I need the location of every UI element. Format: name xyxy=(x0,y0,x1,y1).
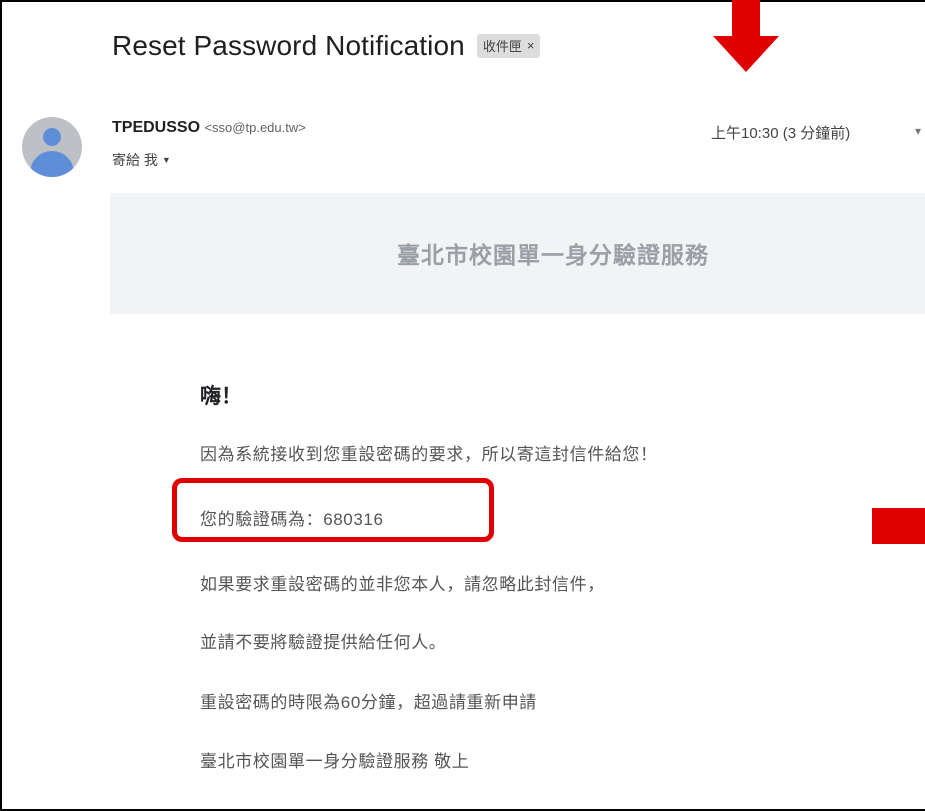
inbox-label-chip[interactable]: 收件匣 × xyxy=(476,34,541,58)
remove-label-icon[interactable]: × xyxy=(527,38,535,53)
more-icon[interactable]: ▾ xyxy=(915,124,921,138)
verification-code-highlight-box xyxy=(172,478,494,542)
recipient-details[interactable]: 寄給 我 ▼ xyxy=(112,150,171,170)
email-signature: 臺北市校園單一身分驗證服務 敬上 xyxy=(200,752,470,771)
sender-info: TPEDUSSO <sso@tp.edu.tw> xyxy=(112,119,306,137)
email-banner: 臺北市校園單一身分驗證服務 xyxy=(110,193,925,314)
caret-down-icon[interactable]: ▼ xyxy=(162,155,171,165)
subject-row: Reset Password Notification 收件匣 × xyxy=(112,30,541,62)
annotation-arrow-down xyxy=(713,0,779,72)
inbox-label-text: 收件匣 xyxy=(482,39,522,54)
body-line-request: 因為系統接收到您重設密碼的要求，所以寄這封信件給您！ xyxy=(200,445,658,464)
banner-title: 臺北市校園單一身分驗證服務 xyxy=(397,242,709,268)
avatar-head-shape xyxy=(43,128,61,146)
email-subject: Reset Password Notification xyxy=(112,30,465,61)
recipient-text: 寄給 我 xyxy=(112,152,158,168)
avatar[interactable] xyxy=(22,117,82,177)
email-timestamp: 上午10:30 (3 分鐘前) xyxy=(711,125,851,142)
annotation-marker-right xyxy=(872,508,925,544)
sender-email: <sso@tp.edu.tw> xyxy=(204,120,306,135)
body-line-ignore: 如果要求重設密碼的並非您本人，請忽略此封信件， xyxy=(200,575,605,594)
body-line-dont-share: 並請不要將驗證提供給任何人。 xyxy=(200,633,447,652)
greeting: 嗨！ xyxy=(200,385,242,408)
avatar-body-shape xyxy=(30,151,74,177)
body-line-time-limit: 重設密碼的時限為60分鐘，超過請重新申請 xyxy=(200,693,537,712)
sender-name[interactable]: TPEDUSSO xyxy=(112,119,200,136)
